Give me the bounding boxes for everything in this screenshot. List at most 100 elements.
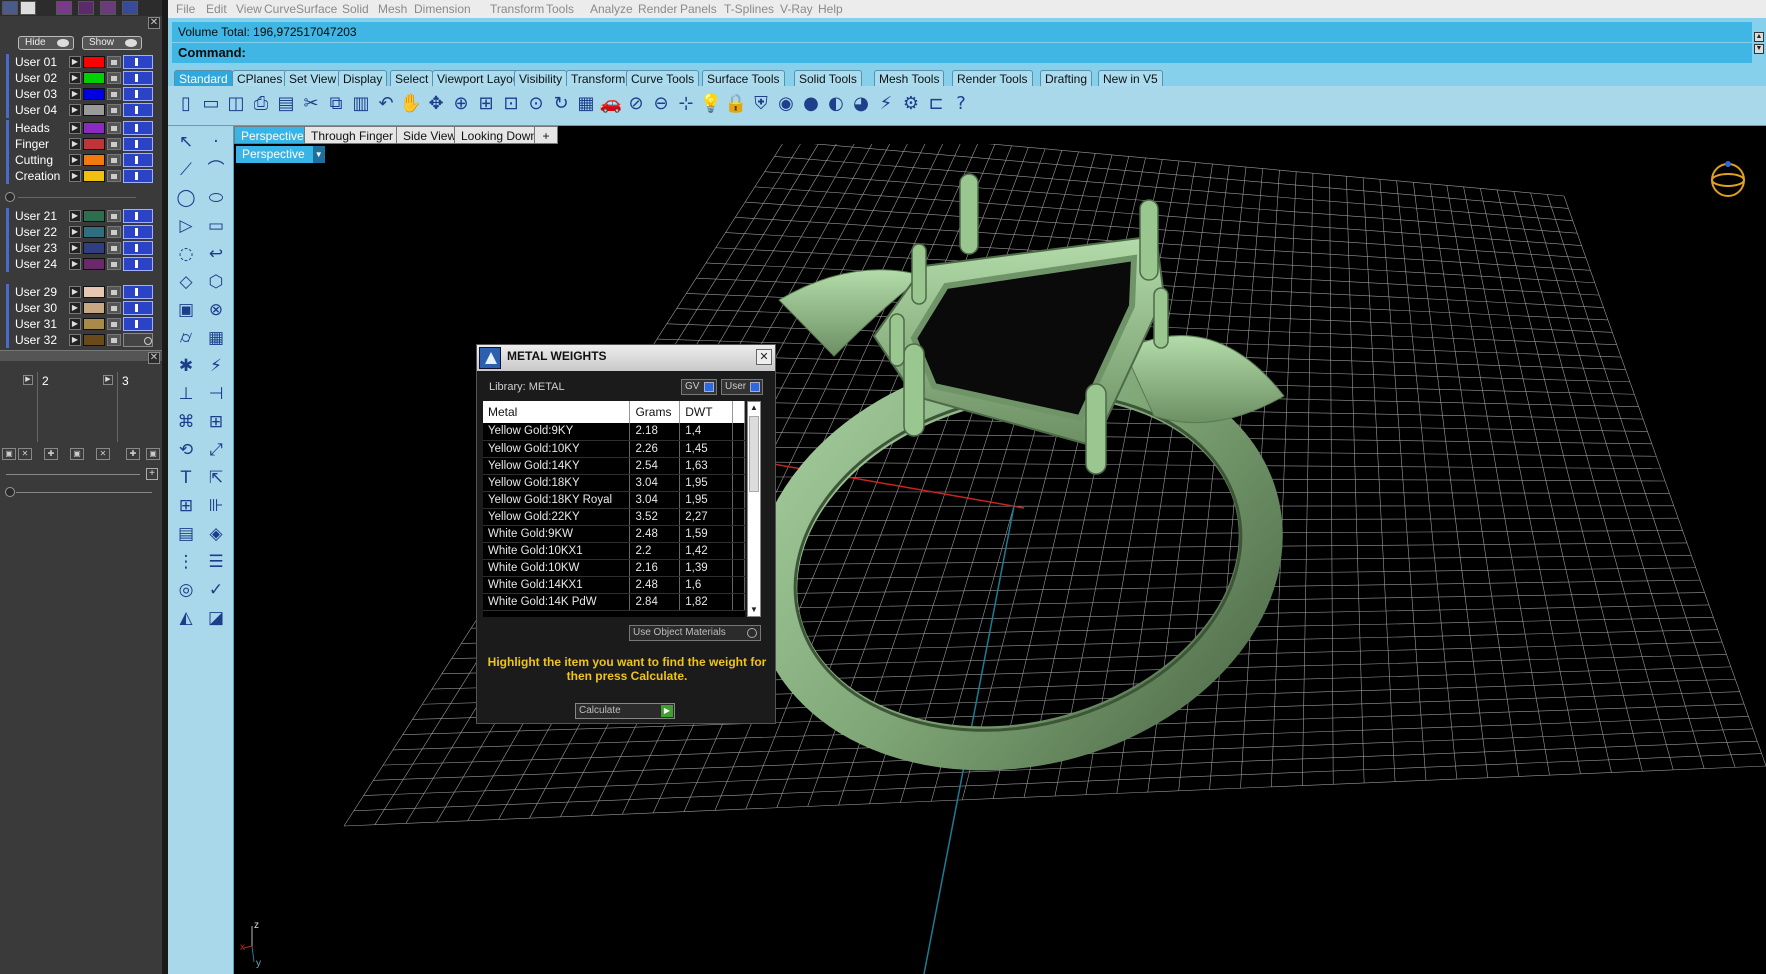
show-all-button[interactable]: Show [82,36,142,50]
scroll-up-icon[interactable]: ▲ [748,402,760,414]
play-icon[interactable]: ▶ [69,334,81,346]
loft-icon[interactable]: ⬡ [204,270,228,294]
table-row[interactable]: Yellow Gold:18KY Royal 3.04 1,95 [483,491,745,509]
viewport-title[interactable]: Perspective ▼ [236,146,325,163]
collapse-icon[interactable] [5,192,15,202]
play-icon[interactable]: ▶ [69,138,81,150]
render-icon[interactable]: ◭ [174,606,198,630]
arc-icon[interactable]: ◌ [174,242,198,266]
menu-curve[interactable]: Curve [264,1,296,17]
tab-select[interactable]: Select [390,70,434,86]
group-icon[interactable]: ⌘ [174,410,198,434]
hide-all-button[interactable]: Hide [18,36,74,50]
render-icon[interactable] [56,1,72,15]
menu-view[interactable]: View [236,1,262,17]
view-rotate-widget[interactable] [1706,156,1750,200]
rotate-icon[interactable]: ⟲ [174,438,198,462]
tab-render-tools[interactable]: Render Tools [952,70,1033,86]
lightning-tool-icon[interactable]: ⚡ [204,354,228,378]
lock-icon[interactable] [107,258,121,270]
align-icon[interactable]: ⊞ [174,494,198,518]
layer-color-swatch[interactable] [83,226,105,238]
zoom-icon[interactable]: ⊕ [449,92,473,116]
visibility-toggle-icon[interactable] [123,317,153,331]
menu-render[interactable]: Render [638,1,677,17]
grid-icon[interactable]: ⋮ [174,550,198,574]
layer-row[interactable]: User 24 ▶ [9,256,154,272]
layer-row[interactable]: User 01 ▶ [9,54,154,70]
add-thumb-icon[interactable]: ✚ [44,448,58,460]
menu-solid[interactable]: Solid [342,1,369,17]
visibility-toggle-icon[interactable] [123,301,153,315]
menu-transform[interactable]: Transform [490,1,544,17]
layer-row[interactable]: Heads ▶ [9,120,154,136]
chevron-down-icon[interactable]: ▼ [312,146,325,163]
lightning-icon[interactable]: ⚡ [874,92,898,116]
layer-panel-icon[interactable] [20,1,36,15]
menu-help[interactable]: Help [818,1,843,17]
viewports-panel-close-button[interactable]: ✕ [148,352,160,364]
perspective-scene[interactable] [234,126,1766,974]
play-icon[interactable]: ▶ [23,375,33,385]
play-icon[interactable]: ▶ [69,210,81,222]
viewport-tab-through-finger[interactable]: Through Finger [304,126,401,144]
lock-icon[interactable] [107,170,121,182]
lock-view-icon[interactable]: ⊘ [624,92,648,116]
rotate-view-icon[interactable]: ↻ [549,92,573,116]
visibility-toggle-icon[interactable] [123,71,153,85]
boolean-icon[interactable]: ⊗ [204,298,228,322]
save-icon[interactable]: ◫ [224,92,248,116]
play-icon[interactable]: ▶ [69,88,81,100]
table-row[interactable]: White Gold:14KX1 2.48 1,6 [483,576,745,594]
move-icon[interactable]: ✥ [424,92,448,116]
layer-row[interactable]: User 04 ▶ [9,102,154,118]
calculate-button[interactable]: Calculate ▶ [575,703,675,719]
lock-icon[interactable] [107,122,121,134]
column-header-grams[interactable]: Grams [629,401,681,423]
cut-icon[interactable]: ✂ [299,92,323,116]
arrow-select-icon[interactable]: ↖ [174,130,198,154]
table-row[interactable]: White Gold:10KX1 2.2 1,42 [483,542,745,560]
menu-file[interactable]: File [176,1,195,17]
viewport-tab-perspective[interactable]: Perspective [234,126,311,144]
tab-solid-tools[interactable]: Solid Tools [794,70,862,86]
save-thumb-icon[interactable]: ▣ [2,448,16,460]
visibility-toggle-icon[interactable] [123,241,153,255]
layers-close-button[interactable]: ✕ [148,17,160,29]
close-button[interactable]: ✕ [756,349,772,365]
visibility-toggle-icon[interactable] [123,225,153,239]
pan-hand-icon[interactable]: ✋ [399,92,423,116]
slider-track[interactable] [16,492,152,493]
menu-mesh[interactable]: Mesh [378,1,407,17]
visibility-toggle-icon[interactable] [123,103,153,117]
light-bulb-icon[interactable]: 💡 [699,92,723,116]
tab-cplanes[interactable]: CPlanes [232,70,288,86]
lock-icon[interactable] [107,88,121,100]
new-icon[interactable]: ▯ [174,92,198,116]
thumb-1[interactable]: ▶ [0,372,38,442]
stack-icon[interactable]: ☰ [204,550,228,574]
menu-tools[interactable]: Tools [546,1,574,17]
layer-color-swatch[interactable] [83,154,105,166]
visibility-toggle-icon[interactable] [123,209,153,223]
play-icon[interactable]: ▶ [69,302,81,314]
visibility-toggle-icon[interactable] [123,153,153,167]
copy-icon[interactable]: ⧉ [324,92,348,116]
tab-standard[interactable]: Standard [174,70,233,86]
box-edit-icon[interactable]: ▤ [174,522,198,546]
tab-curve-tools[interactable]: Curve Tools [626,70,700,86]
layer-row[interactable]: User 21 ▶ [9,208,154,224]
thumb-3[interactable]: 3 [118,372,162,442]
menu-panels[interactable]: Panels [680,1,717,17]
play-icon[interactable]: ▶ [69,242,81,254]
thumb-2[interactable]: 2 ▶ [38,372,118,442]
tab-display[interactable]: Display [338,70,388,86]
table-row[interactable]: Yellow Gold:9KY 2.18 1,4 [483,423,745,441]
table-row[interactable]: White Gold:14K PdW 2.84 1,82 [483,593,745,611]
table-row[interactable]: Yellow Gold:14KY 2.54 1,63 [483,457,745,475]
visibility-toggle-icon[interactable] [123,333,153,347]
add-icon[interactable]: + [146,468,158,480]
ellipse-icon[interactable]: ⬭ [204,186,228,210]
layer-row[interactable]: User 31 ▶ [9,316,154,332]
curve-fillet-icon[interactable]: ↩ [204,242,228,266]
